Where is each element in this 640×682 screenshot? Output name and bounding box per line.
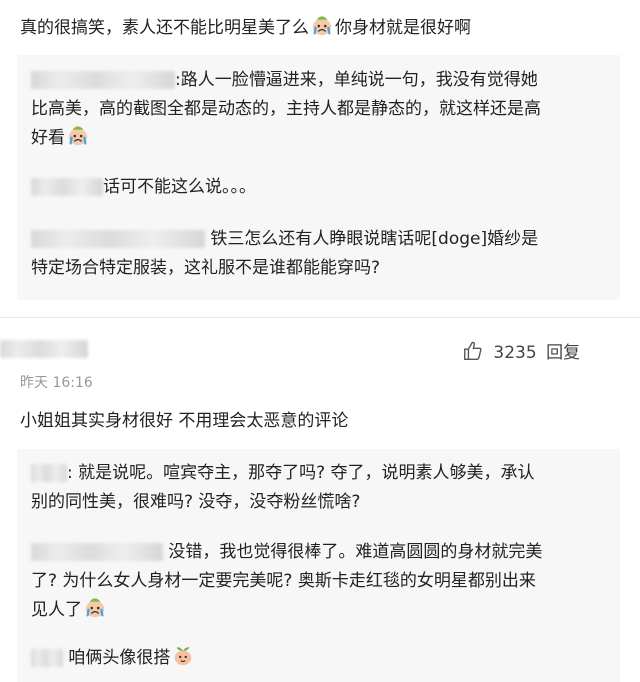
avatar[interactable]	[0, 338, 90, 358]
blurred-username[interactable]	[31, 464, 67, 482]
divider	[0, 317, 640, 318]
comment-text: 真的很搞笑，素人还不能比明星美了么 你身材就是很好啊	[20, 14, 471, 43]
crying-face-icon	[85, 598, 105, 618]
like-button[interactable]: 3235 回复	[462, 338, 580, 363]
reply-item: 咱俩头像很搭	[31, 644, 196, 673]
reply-item: 铁三怎么还有人睁眼说瞎话呢[doge]婚纱是 特定场合特定服装，这礼服不是谁都能…	[31, 229, 539, 278]
reply-item: : 就是说呢。喧宾夺主，那夺了吗? 夺了，说明素人够美，承认 别的同性美，很难吗…	[31, 463, 535, 512]
blurred-username[interactable]	[31, 178, 103, 196]
crying-face-icon	[68, 126, 88, 146]
blurred-username[interactable]	[31, 71, 175, 89]
reply-button[interactable]: 回复	[546, 343, 580, 363]
sprout-face-icon	[175, 647, 192, 666]
blurred-username[interactable]	[31, 543, 163, 561]
reply-list: : 就是说呢。喧宾夺主，那夺了吗? 夺了，说明素人够美，承认 别的同性美，很难吗…	[17, 449, 620, 682]
comment-text: 小姐姐其实身材很好 不用理会太恶意的评论	[20, 411, 349, 431]
reply-item: 没错，我也觉得很棒了。难道高圆圆的身材就完美 了? 为什么女人身材一定要完美呢?…	[31, 542, 543, 620]
reply-item: :路人一脸懵逼进来，单纯说一句，我没有觉得她 比高美，高的截图全都是动态的，主持…	[31, 70, 541, 148]
blurred-username[interactable]	[31, 230, 205, 248]
blurred-username[interactable]	[31, 649, 63, 667]
crying-face-icon	[312, 16, 332, 36]
reply-list: :路人一脸懵逼进来，单纯说一句，我没有觉得她 比高美，高的截图全都是动态的，主持…	[17, 55, 620, 300]
thumbs-up-icon	[464, 341, 482, 360]
blurred-username[interactable]	[0, 339, 88, 358]
reply-item: 话可不能这么说。。。	[31, 173, 256, 202]
comment-time: 昨天 16:16	[20, 375, 93, 391]
